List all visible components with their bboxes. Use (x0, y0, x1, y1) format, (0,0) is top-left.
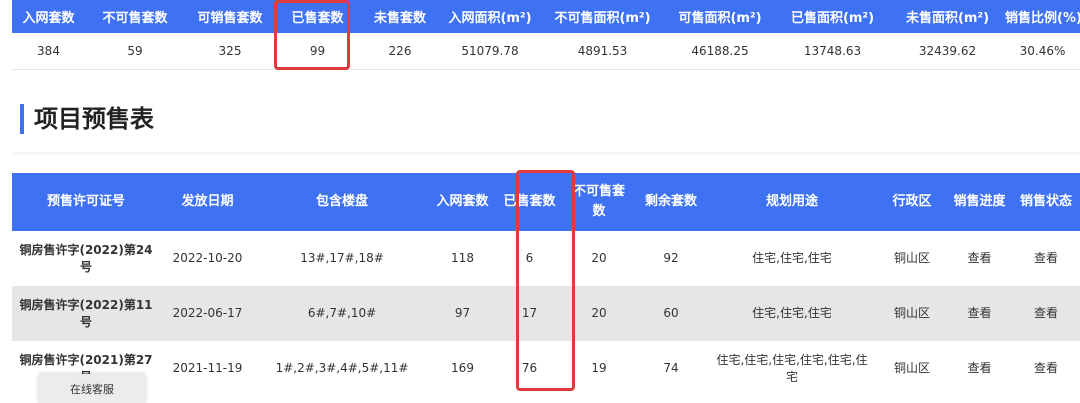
summary-header: 可售面积(m²) (665, 0, 775, 33)
summary-table: 入网套数 不可售套数 可销售套数 已售套数 未售套数 入网面积(m²) 不可售面… (12, 0, 1080, 70)
buildings: 1#,2#,3#,4#,5#,11# (275, 361, 409, 375)
sales-status-link[interactable]: 查看 (1012, 341, 1080, 396)
summary-header: 已售面积(m²) (775, 0, 890, 33)
summary-value: 13748.63 (775, 33, 890, 70)
summary-value: 384 (12, 33, 85, 70)
district: 铜山区 (877, 286, 947, 341)
permit-number-link[interactable]: 铜房售许字(2022)第11号 (12, 286, 160, 341)
online-service-button[interactable]: 在线客服 (38, 374, 146, 403)
remaining-units: 60 (635, 286, 707, 341)
section-divider (12, 152, 1080, 156)
buildings: 6#,7#,10# (255, 286, 429, 341)
summary-value: 46188.25 (665, 33, 775, 70)
summary-header-row: 入网套数 不可售套数 可销售套数 已售套数 未售套数 入网面积(m²) 不可售面… (12, 0, 1080, 33)
presale-header: 规划用途 (707, 173, 877, 231)
summary-value: 30.46% (1005, 33, 1080, 70)
sales-progress-link[interactable]: 查看 (947, 286, 1012, 341)
planned-usage: 住宅,住宅,住宅 (752, 251, 832, 265)
summary-value: 32439.62 (890, 33, 1005, 70)
presale-header: 剩余套数 (635, 173, 707, 231)
buildings: 13#,17#,18# (300, 251, 384, 265)
summary-header: 入网套数 (12, 0, 85, 33)
presale-table: 预售许可证号 发放日期 包含楼盘 入网套数 已售套数 不可售套数 剩余套数 规划… (12, 173, 1080, 396)
network-units: 169 (451, 361, 474, 375)
summary-value-row: 384 59 325 99 226 51079.78 4891.53 46188… (12, 33, 1080, 70)
online-service-label: 在线客服 (70, 382, 114, 396)
presale-header: 入网套数 (429, 173, 496, 231)
section-title: 项目预售表 (20, 104, 154, 134)
presale-header-row: 预售许可证号 发放日期 包含楼盘 入网套数 已售套数 不可售套数 剩余套数 规划… (12, 173, 1080, 231)
issue-date: 2022-10-20 (172, 251, 243, 265)
summary-value: 51079.78 (440, 33, 540, 70)
presale-header: 销售进度 (947, 173, 1012, 231)
sales-status-link[interactable]: 查看 (1012, 286, 1080, 341)
summary-value: 99 (275, 33, 360, 70)
summary-value: 4891.53 (540, 33, 665, 70)
presale-header: 销售状态 (1012, 173, 1080, 231)
sold-units: 6 (525, 251, 534, 265)
network-units: 97 (429, 286, 496, 341)
presale-header: 不可售套数 (563, 173, 635, 231)
table-row: 铜房售许字(2022)第24号 2022-10-20 13#,17#,18# 1… (12, 231, 1080, 286)
sold-units: 17 (496, 286, 563, 341)
summary-header: 不可售面积(m²) (540, 0, 665, 33)
sales-progress-link[interactable]: 查看 (947, 231, 1012, 286)
sales-progress-link[interactable]: 查看 (947, 341, 1012, 396)
table-row: 铜房售许字(2022)第11号 2022-06-17 6#,7#,10# 97 … (12, 286, 1080, 341)
summary-header: 未售面积(m²) (890, 0, 1005, 33)
summary-value: 226 (360, 33, 440, 70)
summary-header: 已售套数 (275, 0, 360, 33)
sales-status-link[interactable]: 查看 (1012, 231, 1080, 286)
presale-header: 行政区 (877, 173, 947, 231)
district: 铜山区 (893, 251, 930, 265)
remaining-units: 92 (663, 251, 679, 265)
summary-header: 可销售套数 (185, 0, 275, 33)
network-units: 118 (451, 251, 474, 265)
sold-units: 76 (521, 361, 538, 375)
presale-header: 预售许可证号 (12, 173, 160, 231)
presale-header: 发放日期 (160, 173, 255, 231)
district: 铜山区 (893, 361, 930, 375)
planned-usage: 住宅,住宅,住宅,住宅,住宅,住宅 (716, 352, 868, 384)
unsellable-units: 20 (591, 251, 607, 265)
unsellable-units: 19 (591, 361, 607, 375)
presale-header: 包含楼盘 (255, 173, 429, 231)
issue-date: 2021-11-19 (172, 361, 243, 375)
table-row: 铜房售许字(2021)第27号 2021-11-19 1#,2#,3#,4#,5… (12, 341, 1080, 396)
summary-header: 未售套数 (360, 0, 440, 33)
summary-header: 入网面积(m²) (440, 0, 540, 33)
summary-header: 不可售套数 (85, 0, 185, 33)
presale-header: 已售套数 (496, 173, 563, 231)
issue-date: 2022-06-17 (160, 286, 255, 341)
planned-usage: 住宅,住宅,住宅 (707, 286, 877, 341)
permit-number-link[interactable]: 铜房售许字(2022)第24号 (12, 231, 160, 286)
unsellable-units: 20 (563, 286, 635, 341)
summary-header: 销售比例(%) (1005, 0, 1080, 33)
summary-value: 325 (185, 33, 275, 70)
remaining-units: 74 (663, 361, 679, 375)
summary-value: 59 (85, 33, 185, 70)
